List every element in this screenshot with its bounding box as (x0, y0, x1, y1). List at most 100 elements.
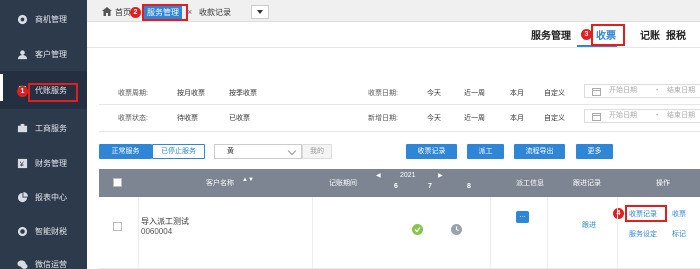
status-pending[interactable]: 待收票 (177, 113, 198, 123)
date-custom[interactable]: 自定义 (544, 88, 565, 98)
table-row[interactable]: 导入派工测试 0060004 ... 跟进 收票记录 收票 服务设定 标记 4 (99, 197, 700, 269)
sidebar-item-finance[interactable]: ¥ 财务管理 (0, 147, 87, 180)
sidebar-item-smart-tax[interactable]: 智能财税 (0, 214, 87, 248)
stopped-service-button[interactable]: 已停止服务 (152, 144, 205, 159)
divider (87, 47, 700, 48)
clock-status-icon[interactable] (451, 224, 462, 235)
date-dash: - (656, 112, 659, 119)
step-marker-4: 4 (613, 208, 624, 219)
customer-icon (16, 49, 28, 61)
row-checkbox[interactable] (113, 222, 122, 231)
col-divider (138, 197, 139, 269)
start-date-placeholder: 开始日期 (609, 87, 637, 94)
new-date-month[interactable]: 本月 (510, 113, 524, 123)
status-label: 收票状态: (118, 115, 148, 122)
step-marker-3: 3 (581, 29, 592, 40)
table-header: 客户名称 ▲▼ 记账期间 ◀ 2021 ▶ 6 7 8 派工信息 跟进记录 操作 (99, 169, 700, 197)
select-all-checkbox[interactable] (113, 178, 122, 187)
sidebar-item-business-service[interactable]: 工商服务 (0, 109, 87, 147)
sidebar-item-label: 报表中心 (35, 192, 67, 202)
check-status-icon[interactable] (412, 224, 423, 235)
sidebar: 商机管理 客户管理 代账服务 工商服务 ¥ 财务管理 报表中心 智能财税 微信运… (0, 0, 87, 269)
service-settings-link[interactable]: 服务设定 (629, 229, 657, 239)
subnav-tax-filing[interactable]: 报税 (666, 27, 686, 45)
mark-link[interactable]: 标记 (672, 229, 686, 239)
next-year-arrow-icon[interactable]: ▶ (438, 172, 443, 179)
tabs-dropdown-button[interactable] (251, 5, 269, 19)
receive-date-range-input[interactable]: 开始日期 - 结束日期 (584, 84, 700, 98)
end-date-placeholder: 结束日期 (667, 112, 695, 119)
sidebar-item-label: 财务管理 (35, 159, 67, 168)
calendar-icon (592, 88, 601, 96)
filter-divider (99, 131, 700, 132)
dispatch-button[interactable]: 派工 (467, 144, 504, 159)
col-divider (490, 197, 491, 269)
home-icon (102, 7, 112, 16)
start-date-placeholder: 开始日期 (609, 112, 637, 119)
highlight-box-ops (625, 205, 667, 222)
sidebar-item-label: 工商服务 (35, 123, 67, 133)
end-date-placeholder: 结束日期 (667, 87, 695, 94)
sidebar-item-opportunity[interactable]: 商机管理 (0, 0, 87, 38)
opportunity-icon (16, 13, 28, 25)
year-label: 2021 (400, 172, 416, 179)
new-date-label: 新增日期: (368, 115, 398, 122)
highlight-box-sidebar (28, 83, 78, 102)
sidebar-item-label: 智能财税 (35, 226, 67, 236)
assignee-select[interactable]: 黄 (214, 144, 302, 159)
date-label: 收票日期: (368, 90, 398, 97)
subnav-bookkeeping[interactable]: 记账 (640, 27, 660, 45)
col-customer-name[interactable]: 客户名称 (206, 178, 234, 188)
filter-divider (99, 104, 700, 105)
col-follow-records: 跟进记录 (573, 180, 601, 187)
sidebar-item-label: 商机管理 (35, 14, 67, 24)
prev-year-arrow-icon[interactable]: ◀ (376, 172, 381, 179)
status-received[interactable]: 已收票 (229, 113, 250, 123)
sidebar-item-label: 微信运营 (35, 260, 67, 269)
customer-name[interactable]: 导入派工测试 (141, 216, 189, 227)
sidebar-item-wechat[interactable]: 微信运营 (0, 248, 87, 269)
col-divider (312, 197, 313, 269)
month-6: 6 (394, 183, 398, 190)
tab-home[interactable]: 首页 (115, 5, 131, 20)
date-week[interactable]: 近一周 (464, 88, 485, 98)
follow-up-link[interactable]: 跟进 (582, 220, 596, 230)
process-export-button[interactable]: 流程导出 (514, 144, 565, 159)
active-indicator (0, 74, 3, 101)
subnav-service-management[interactable]: 服务管理 (531, 27, 571, 45)
new-date-week[interactable]: 近一周 (464, 113, 485, 123)
date-month[interactable]: 本月 (510, 88, 524, 98)
highlight-box-tab (142, 4, 188, 21)
new-date-range-input[interactable]: 开始日期 - 结束日期 (584, 109, 700, 123)
new-date-today[interactable]: 今天 (427, 113, 441, 123)
tabs-bar: 首页 服务管理 × 收款记录 2 (87, 0, 700, 22)
report-icon (16, 191, 28, 203)
tab-receipt-records[interactable]: 收款记录 (199, 5, 231, 20)
new-date-custom[interactable]: 自定义 (544, 113, 565, 123)
sidebar-item-customer[interactable]: 客户管理 (0, 38, 87, 71)
calendar-icon (592, 113, 601, 121)
more-button[interactable]: 更多 (576, 144, 613, 159)
date-today[interactable]: 今天 (427, 88, 441, 98)
filter-quarterly[interactable]: 按季收票 (229, 88, 257, 98)
col-dispatch-info: 派工信息 (516, 180, 544, 187)
sidebar-item-label: 客户管理 (35, 50, 67, 59)
sidebar-item-report[interactable]: 报表中心 (0, 180, 87, 214)
app-root: 商机管理 客户管理 代账服务 工商服务 ¥ 财务管理 报表中心 智能财税 微信运… (0, 0, 700, 269)
date-dash: - (656, 87, 659, 94)
receipt-records-button[interactable]: 收票记录 (406, 144, 457, 159)
customer-code: 0060004 (141, 227, 173, 236)
receive-invoice-link[interactable]: 收票 (672, 209, 686, 219)
month-8: 8 (467, 183, 471, 190)
dispatch-info-button[interactable]: ... (516, 211, 529, 223)
mine-button[interactable]: 我的 (302, 144, 332, 159)
highlight-box-subnav (591, 24, 625, 46)
chevron-down-icon (287, 146, 297, 156)
col-divider (617, 197, 618, 269)
sort-icon[interactable]: ▲▼ (242, 177, 254, 183)
col-operations: 操作 (656, 180, 670, 187)
normal-service-button[interactable]: 正常服务 (99, 144, 152, 159)
month-7: 7 (428, 183, 432, 190)
filter-monthly[interactable]: 按月收票 (177, 88, 205, 98)
period-label: 收票周期: (118, 90, 148, 97)
